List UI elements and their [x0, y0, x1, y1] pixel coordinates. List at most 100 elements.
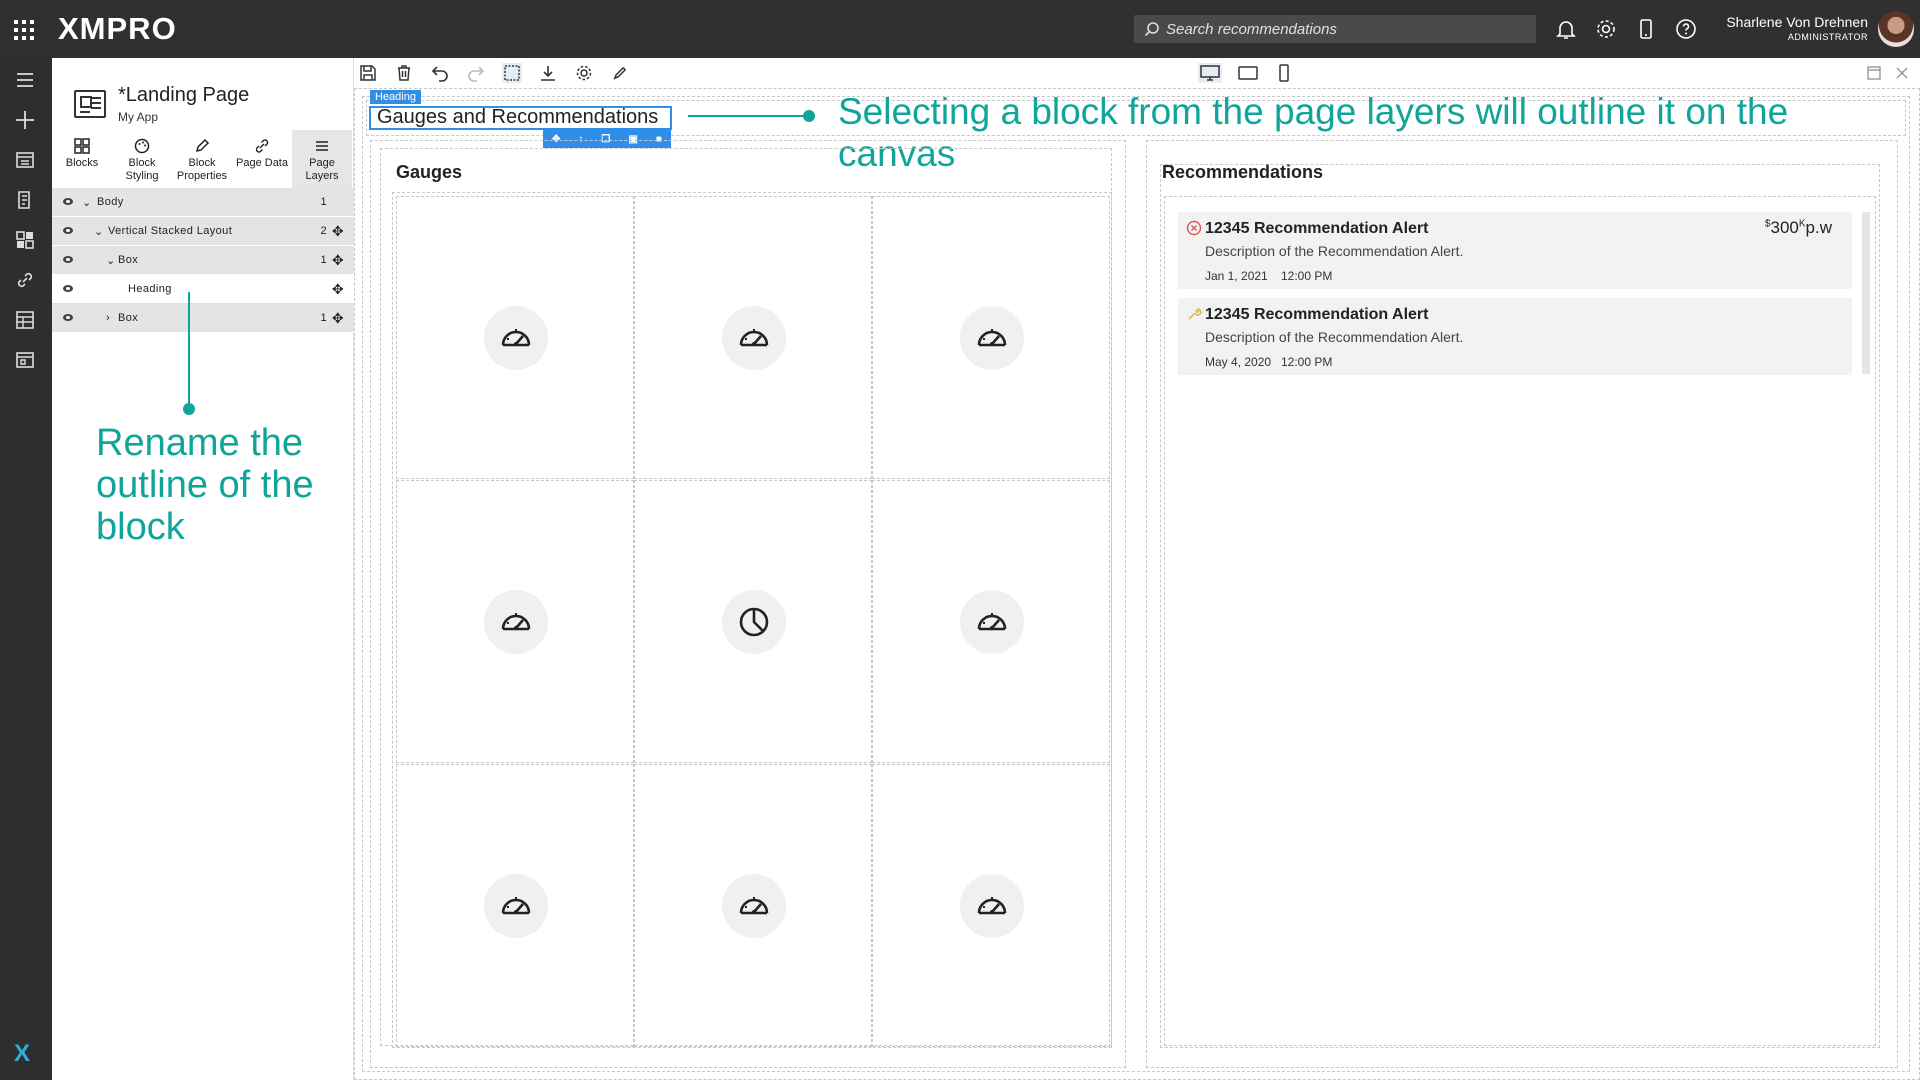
close-icon[interactable] [1892, 63, 1912, 83]
top-bar: XMPRO Sharlene Von Drehnen ADMINISTRATOR [0, 0, 1920, 58]
gauge-cell[interactable] [634, 480, 872, 763]
undo-icon[interactable] [430, 63, 450, 83]
gauge-icon [484, 874, 548, 938]
gauge-cell[interactable] [634, 196, 872, 479]
avatar[interactable] [1878, 11, 1914, 47]
mobile-view-icon[interactable] [1272, 63, 1296, 83]
menu-icon[interactable] [13, 68, 37, 92]
gauge-cell[interactable] [396, 480, 634, 763]
recommendation-time: 12:00 PM [1281, 355, 1333, 369]
redo-icon[interactable] [466, 63, 486, 83]
annotation-connector [188, 292, 190, 408]
move-icon[interactable]: ✥ [332, 253, 344, 267]
page-icon[interactable] [13, 148, 37, 172]
layer-row-selected[interactable]: Heading ✥ [52, 275, 354, 304]
xmpro-x-icon[interactable]: X [14, 1040, 30, 1068]
layer-label: Body [97, 196, 124, 208]
document-icon[interactable] [13, 188, 37, 212]
link-icon[interactable] [13, 268, 37, 292]
app-launcher-icon[interactable] [14, 20, 34, 40]
add-icon[interactable] [13, 108, 37, 132]
app-name: My App [118, 110, 159, 124]
data-icon[interactable] [13, 308, 37, 332]
wrench-icon [1188, 308, 1202, 320]
tab-label-2: Layers [305, 170, 339, 182]
maximize-icon[interactable] [1864, 63, 1884, 83]
eye-icon[interactable] [63, 314, 73, 321]
recommendation-card[interactable]: 12345 Recommendation Alert $300Kp.w Desc… [1178, 212, 1852, 289]
window-icon[interactable] [13, 348, 37, 372]
layer-row[interactable]: ⌄ Body 1 [52, 188, 354, 217]
tab-label: Page Data [236, 157, 288, 169]
gauge-icon [484, 306, 548, 370]
tab-blocks[interactable]: Blocks [52, 130, 112, 188]
recommendation-price: $300Kp.w [1764, 218, 1832, 237]
save-icon[interactable] [358, 63, 378, 83]
blocks-icon [74, 138, 90, 154]
eye-icon[interactable] [63, 227, 73, 234]
gauge-cell[interactable] [872, 764, 1110, 1047]
eye-icon[interactable] [63, 285, 73, 292]
error-circle-icon [1186, 220, 1202, 236]
tablet-view-icon[interactable] [1236, 63, 1260, 83]
recommendations-scrollbar[interactable] [1862, 212, 1870, 374]
chevron-down-icon[interactable]: ⌄ [106, 254, 116, 267]
chevron-down-icon[interactable]: ⌄ [82, 196, 92, 209]
xmpro-logo: XMPRO [58, 11, 177, 46]
tab-page-layers[interactable]: Page Layers [292, 130, 352, 188]
editor-toolbar [354, 58, 1920, 88]
recommendations-title: Recommendations [1162, 162, 1324, 182]
move-icon[interactable]: ✥ [332, 311, 344, 325]
bell-icon[interactable] [1554, 17, 1578, 41]
recommendation-description: Description of the Recommendation Alert. [1205, 329, 1464, 345]
mobile-icon[interactable] [1634, 17, 1658, 41]
rocket-icon[interactable] [610, 63, 630, 83]
recommendation-date: May 4, 2020 [1205, 355, 1272, 369]
search-box[interactable] [1134, 15, 1536, 43]
gauge-icon [484, 590, 548, 654]
layers-tree: ⌄ Body 1 ⌄ Vertical Stacked Layout 2 ✥ ⌄… [52, 188, 354, 333]
help-icon[interactable] [1674, 17, 1698, 41]
recommendation-description: Description of the Recommendation Alert. [1205, 243, 1464, 259]
settings-icon[interactable] [574, 63, 594, 83]
palette-icon [134, 138, 150, 154]
tab-label: Page [309, 157, 335, 169]
gauge-cell[interactable] [872, 196, 1110, 479]
gauge-icon [722, 306, 786, 370]
layer-row[interactable]: ⌄ Box 1 ✥ [52, 246, 354, 275]
tab-block-properties[interactable]: Block Properties [172, 130, 232, 188]
layer-count: 2 [320, 225, 327, 237]
tab-page-data[interactable]: Page Data [232, 130, 292, 188]
gauge-cell[interactable] [872, 480, 1110, 763]
trash-icon[interactable] [394, 63, 414, 83]
pencil-icon [195, 138, 210, 153]
move-icon[interactable]: ✥ [332, 224, 344, 238]
tab-block-styling[interactable]: Block Styling [112, 130, 172, 188]
heading-text[interactable]: Gauges and Recommendations [377, 106, 658, 129]
annotation-connector [688, 115, 808, 117]
eye-icon[interactable] [63, 198, 73, 205]
layer-row[interactable]: ⌄ Vertical Stacked Layout 2 ✥ [52, 217, 354, 246]
eye-icon[interactable] [63, 256, 73, 263]
desktop-view-icon[interactable] [1198, 63, 1222, 83]
user-info[interactable]: Sharlene Von Drehnen ADMINISTRATOR [1726, 14, 1868, 42]
page-title: *Landing Page [118, 84, 250, 106]
search-input[interactable] [1166, 20, 1526, 38]
chevron-right-icon[interactable]: › [106, 312, 110, 324]
chevron-down-icon[interactable]: ⌄ [94, 225, 104, 238]
search-icon [1144, 22, 1159, 37]
gauges-title: Gauges [396, 162, 463, 182]
gauge-cell[interactable] [396, 764, 634, 1047]
blocks-icon[interactable] [13, 228, 37, 252]
layer-row[interactable]: › Box 1 ✥ [52, 304, 354, 333]
outline-toggle-icon[interactable] [502, 63, 522, 83]
download-icon[interactable] [538, 63, 558, 83]
gauge-cell[interactable] [634, 764, 872, 1047]
gauge-cell[interactable] [396, 196, 634, 479]
gear-icon[interactable] [1594, 17, 1618, 41]
gauge-icon [960, 306, 1024, 370]
move-icon[interactable]: ✥ [332, 282, 344, 296]
recommendation-time: 12:00 PM [1281, 269, 1333, 283]
builder-sidebar: *Landing Page My App Blocks Block Stylin… [52, 58, 354, 1080]
recommendation-card[interactable]: 12345 Recommendation Alert Description o… [1178, 298, 1852, 375]
